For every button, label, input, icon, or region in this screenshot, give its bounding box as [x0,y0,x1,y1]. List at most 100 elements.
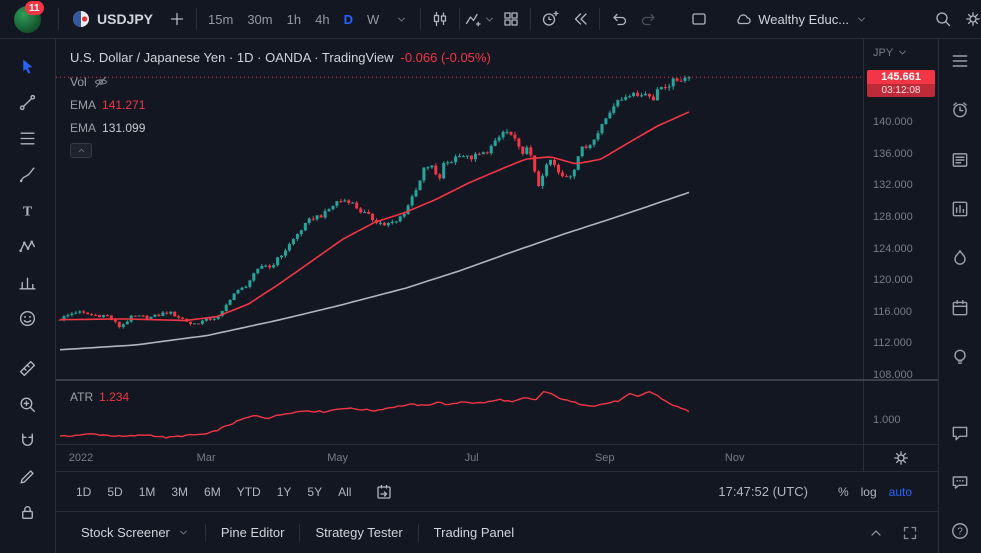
rail-data-window-button[interactable] [947,197,973,220]
time-axis[interactable]: 2022MarMayJulSepNov [56,444,938,471]
rail-ideas-button[interactable] [947,345,973,368]
undo-button[interactable] [604,3,634,35]
rail-alerts-button[interactable] [947,98,973,121]
range-ytd[interactable]: YTD [229,482,269,502]
atr-scale[interactable]: 1.000 [863,381,938,444]
range-1d[interactable]: 1D [68,482,99,502]
indicators-button[interactable] [464,3,496,35]
price-scale-currency[interactable]: JPY [864,39,938,59]
interval-group: 15m30m1h4hDW [201,4,386,34]
search-button[interactable] [928,3,958,35]
interval-30m[interactable]: 30m [240,4,279,34]
log-scale-button[interactable]: log [855,482,883,502]
scale-settings-button[interactable] [890,447,912,469]
rail-help-button[interactable]: ? [947,520,973,543]
replay-button[interactable] [565,3,595,35]
percent-scale-button[interactable]: % [832,482,855,502]
ema-slow-value: 131.099 [102,121,145,135]
price-tick: 140.000 [873,116,913,128]
go-to-date-button[interactable] [369,476,399,508]
interval-dropdown-button[interactable] [386,3,416,35]
tool-forecast[interactable] [11,265,45,299]
range-3m[interactable]: 3M [163,482,196,502]
price-tick: 132.000 [873,179,913,191]
main-menu-button[interactable]: 11 [0,0,54,38]
fib-retracement-icon [18,129,37,148]
interval-W[interactable]: W [360,4,386,34]
panel-collapse-button[interactable] [862,519,890,547]
fullscreen-button[interactable] [684,3,714,35]
price-tick: 112.000 [873,337,912,349]
brush-icon [18,165,37,184]
interval-4h[interactable]: 4h [308,4,336,34]
tool-cursor[interactable] [11,49,45,83]
chart-region: U.S. Dollar / Japanese Yen · 1D · OANDA … [56,39,938,553]
tool-ruler[interactable] [11,351,45,385]
chevron-down-icon [177,526,190,539]
help-icon: ? [950,521,970,541]
tab-strategy-tester[interactable]: Strategy Tester [300,512,417,553]
atr-legend[interactable]: ATR 1.234 [70,390,129,404]
range-all[interactable]: All [330,482,359,502]
tab-trading-panel[interactable]: Trading Panel [419,512,529,553]
range-1m[interactable]: 1M [131,482,164,502]
compare-add-button[interactable] [162,3,192,35]
toolbar-separator [459,8,460,30]
atr-chart[interactable] [56,381,863,444]
indicators-icon [464,10,482,28]
legend-collapse-button[interactable] [70,143,92,158]
rail-hotlists-button[interactable] [947,247,973,270]
account-button[interactable]: Wealthy Educ... [728,3,874,35]
tool-fib-retracement[interactable] [11,121,45,155]
settings-button[interactable] [958,3,981,35]
ruler-icon [18,359,37,378]
range-5d[interactable]: 5D [99,482,130,502]
tab-pine-editor[interactable]: Pine Editor [206,512,300,553]
rail-messages-button[interactable] [947,470,973,493]
interval-15m[interactable]: 15m [201,4,240,34]
rail-news-button[interactable] [947,148,973,171]
tool-edit[interactable] [11,459,45,493]
price-pane: U.S. Dollar / Japanese Yen · 1D · OANDA … [56,39,938,379]
grid-layout-button[interactable] [496,3,526,35]
tab-stock-screener[interactable]: Stock Screener [66,512,205,553]
rail-watchlist-button[interactable] [947,49,973,72]
rail-chat-button[interactable] [947,421,973,444]
candles-button[interactable] [425,3,455,35]
range-6m[interactable]: 6M [196,482,229,502]
range-5y[interactable]: 5Y [299,482,330,502]
volume-eye-off-icon[interactable] [93,74,109,90]
notifications-badge[interactable]: 11 [25,1,44,15]
tool-emoji[interactable] [11,301,45,335]
bottom-panel-controls [856,519,924,547]
magnet-icon [18,431,37,450]
auto-scale-button[interactable]: auto [883,482,918,502]
edit-icon [18,467,37,486]
tool-trend-line[interactable] [11,85,45,119]
redo-button[interactable] [634,3,664,35]
price-scale[interactable]: JPY 140.000136.000132.000128.000124.0001… [863,39,938,379]
time-tick-mar: Mar [197,452,216,464]
atr-label: ATR [70,390,93,404]
legend-title-row[interactable]: U.S. Dollar / Japanese Yen · 1D · OANDA … [70,50,491,65]
alert-plus-button[interactable] [535,3,565,35]
panel-expand-button[interactable] [896,519,924,547]
tool-lock[interactable] [11,495,45,529]
range-1y[interactable]: 1Y [269,482,300,502]
clock[interactable]: 17:47:52 (UTC) [718,484,808,499]
tradingview-app: 11 USDJPY 15m30m1h4hDW Wealthy Educ... T… [0,0,981,553]
tool-brush[interactable] [11,157,45,191]
symbol-search-button[interactable]: USDJPY [63,0,162,38]
interval-1h[interactable]: 1h [280,4,308,34]
price-tick: 120.000 [873,274,913,286]
tool-zoom[interactable] [11,387,45,421]
tool-magnet[interactable] [11,423,45,457]
chevron-down-icon [896,46,909,59]
cursor-icon [18,57,37,76]
interval-D[interactable]: D [337,4,360,34]
tool-pattern[interactable] [11,229,45,263]
tool-text[interactable]: T [11,193,45,227]
forecast-icon [18,273,37,292]
chevron-down-icon [395,13,408,26]
rail-calendar-button[interactable] [947,296,973,319]
